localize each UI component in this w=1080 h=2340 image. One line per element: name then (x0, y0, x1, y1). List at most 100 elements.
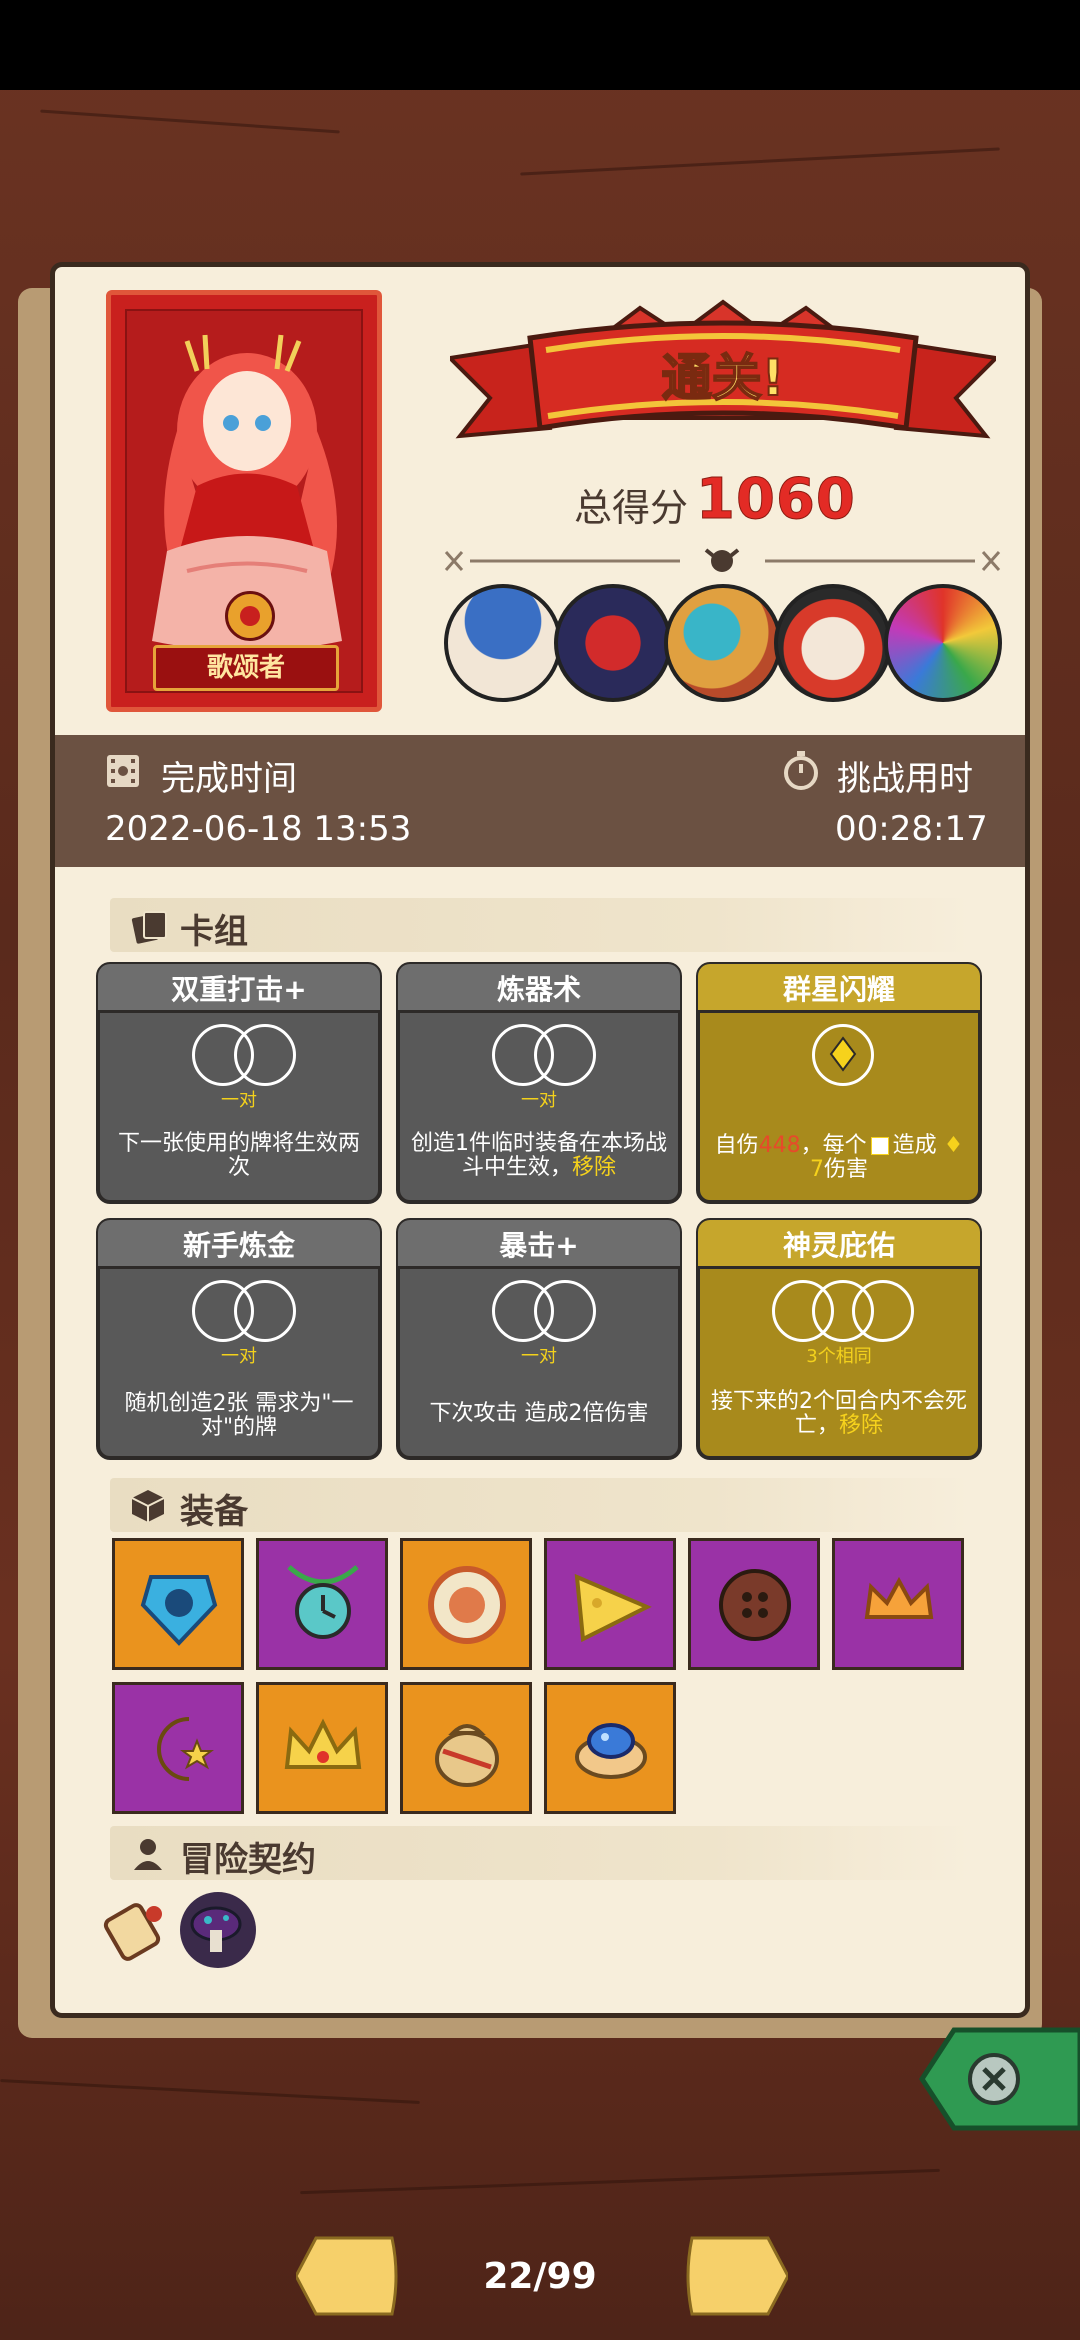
card-title-bar: 炼器术 (398, 964, 680, 1013)
card-name: 双重打击+ (171, 973, 307, 1006)
wood-grain (520, 147, 1000, 176)
info-band: 完成时间 2022-06-18 13:53 挑战用时 00:28:17 (55, 735, 1025, 867)
moon-star-wand-icon (157, 1717, 214, 1781)
card-description-text: 创造1件临时装备在本场战斗中生效， (411, 1131, 667, 1180)
card-description: 创造1件临时装备在本场战斗中生效，移除 (410, 1132, 668, 1180)
box-icon (131, 1490, 165, 1522)
gold-crown-icon (284, 1718, 362, 1769)
card-requirement: 一对 (221, 1090, 257, 1111)
card-description: 下次攻击 造成2倍伤害 (429, 1401, 649, 1426)
button-icon (719, 1569, 791, 1641)
duration-value: 00:28:17 (835, 809, 988, 849)
boss-demon-mask-icon[interactable] (774, 584, 892, 702)
card-title-bar: 双重打击+ (98, 964, 380, 1013)
diamond-requirement-icon (700, 1024, 978, 1086)
card-name: 炼器术 (496, 973, 581, 1006)
card-name: 新手炼金 (182, 1229, 295, 1262)
card-requirement: 一对 (221, 1346, 257, 1367)
pair-icon (400, 1280, 678, 1342)
equip-slot[interactable] (544, 1682, 676, 1814)
next-page-button[interactable] (684, 2234, 788, 2318)
deck-card[interactable]: 群星闪耀 自伤448，每个 造成 ♦ 7伤害 (696, 962, 982, 1204)
card-name: 群星闪耀 (782, 973, 895, 1006)
wood-grain (40, 109, 340, 134)
boss-fish-merchant-icon[interactable] (664, 584, 782, 702)
dark-mushroom-icon[interactable] (176, 1890, 260, 1970)
hero-card[interactable]: 歌颂者 (106, 290, 382, 712)
ring-disc-icon (428, 1566, 506, 1644)
stopwatch-icon (784, 751, 818, 790)
self-damage-value: 448 (758, 1133, 801, 1158)
hero-name: 歌颂者 (153, 645, 339, 691)
card-description: 接下来的2个回合内不会死亡，移除 (710, 1390, 968, 1438)
film-clock-icon (107, 755, 139, 787)
card-title-bar: 暴击+ (398, 1220, 680, 1269)
card-requirement: 3个相同 (806, 1346, 872, 1367)
diamond-icon (870, 1137, 889, 1155)
boss-box-robot-icon[interactable] (554, 584, 672, 702)
pair-icon (100, 1024, 378, 1086)
blue-mushroom-cookie-icon (575, 1723, 647, 1779)
prev-page-button[interactable] (296, 2234, 400, 2318)
deck-card[interactable]: 双重打击+ 一对 下一张使用的牌将生效两次 (96, 962, 382, 1204)
card-desc-part: ，每个 (800, 1133, 867, 1158)
card-desc-part: 伤害 (823, 1157, 868, 1182)
contracts-title: 冒险契约 (180, 1840, 316, 1880)
equip-slot[interactable] (256, 1682, 388, 1814)
boss-mushroom-elder-icon[interactable] (444, 584, 562, 702)
deck-card[interactable]: 神灵庇佑 3个相同 接下来的2个回合内不会死亡，移除 (696, 1218, 982, 1460)
deck-section-header: 卡组 (110, 898, 970, 952)
cards-icon (131, 911, 167, 944)
victory-text: 通关! (661, 348, 786, 408)
close-button[interactable] (914, 2024, 1080, 2134)
person-icon (134, 1839, 162, 1870)
equip-slot[interactable] (832, 1538, 964, 1670)
boss-rainbow-beast-icon[interactable] (884, 584, 1002, 702)
clock-amulet-icon (287, 1565, 359, 1639)
card-desc-part: 自伤 (714, 1133, 759, 1158)
finish-time-value: 2022-06-18 13:53 (105, 809, 412, 849)
equip-slot[interactable] (400, 1682, 532, 1814)
equip-slot[interactable] (112, 1538, 244, 1670)
damage-value: 7 (809, 1157, 824, 1182)
card-name: 暴击+ (499, 1229, 579, 1262)
status-bar (0, 0, 1080, 90)
remove-keyword: 移除 (839, 1413, 884, 1438)
small-crown-icon (864, 1576, 934, 1619)
boss-list (444, 584, 1004, 708)
card-title-bar: 新手炼金 (98, 1220, 380, 1269)
equipment-title: 装备 (180, 1492, 248, 1532)
score-label: 总得分 (574, 486, 689, 530)
scroll-icon[interactable] (100, 1892, 176, 1968)
wood-grain (300, 2168, 940, 2195)
triple-icon (700, 1280, 978, 1342)
card-title-bar: 群星闪耀 (698, 964, 980, 1013)
score-line: 总得分 1060 (574, 462, 856, 533)
equip-slot[interactable] (544, 1538, 676, 1670)
contracts-section-header: 冒险契约 (110, 1826, 970, 1880)
victory-ribbon: 通关! (445, 298, 1001, 468)
deck-card[interactable]: 新手炼金 一对 随机创造2张 需求为"一对"的牌 (96, 1218, 382, 1460)
score-value: 1060 (696, 467, 856, 533)
pair-icon (100, 1280, 378, 1342)
card-title-bar: 神灵庇佑 (698, 1220, 980, 1269)
deck-card[interactable]: 炼器术 一对 创造1件临时装备在本场战斗中生效，移除 (396, 962, 682, 1204)
deck-card[interactable]: 暴击+ 一对 下次攻击 造成2倍伤害 (396, 1218, 682, 1460)
deck-title: 卡组 (180, 912, 248, 952)
card-requirement: 一对 (521, 1346, 557, 1367)
equip-slot[interactable] (256, 1538, 388, 1670)
card-desc-part: 造成 (892, 1133, 937, 1158)
equip-slot[interactable] (688, 1538, 820, 1670)
card-description: 下一张使用的牌将生效两次 (117, 1131, 360, 1180)
money-bag-icon (435, 1724, 499, 1787)
remove-keyword: 移除 (572, 1155, 617, 1180)
cheese-wedge-icon (574, 1573, 652, 1643)
pair-icon (400, 1024, 678, 1086)
equip-slot[interactable] (400, 1538, 532, 1670)
equipment-section-header: 装备 (110, 1478, 970, 1532)
equip-slot[interactable] (112, 1682, 244, 1814)
hero-medal-icon (225, 591, 275, 641)
card-requirement: 一对 (521, 1090, 557, 1111)
card-description: 随机创造2张 需求为"一对"的牌 (124, 1391, 354, 1440)
wood-grain (0, 2079, 420, 2104)
